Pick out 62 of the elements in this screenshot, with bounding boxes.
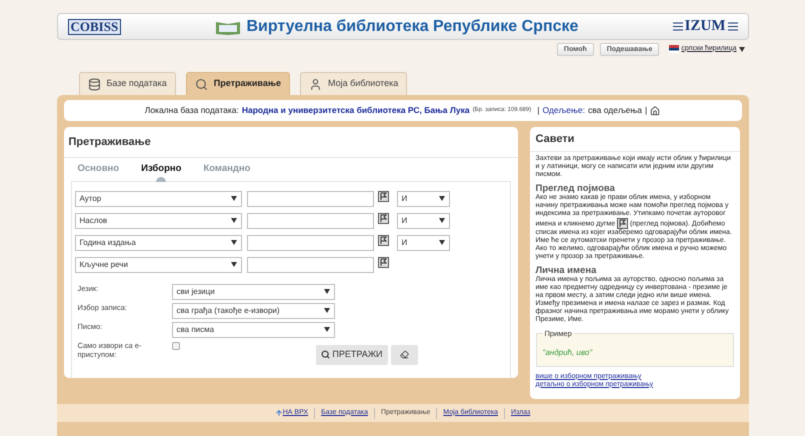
separator: |	[537, 104, 540, 117]
operator-select[interactable]: И	[396, 234, 450, 251]
caret-icon	[738, 46, 744, 52]
izum-logo[interactable]: IZUM	[684, 19, 726, 34]
caret-icon	[324, 327, 330, 332]
caret-icon	[324, 308, 330, 314]
caret-icon	[438, 240, 444, 246]
tab-icon	[88, 78, 100, 90]
browse-terms-icon[interactable]	[378, 212, 388, 224]
filter-select[interactable]: сва грађа (такође е-извори)	[172, 302, 334, 319]
field-select[interactable]: Наслов	[74, 212, 242, 229]
main-tab[interactable]: Претраживање	[186, 72, 290, 95]
tip-heading: Преглед појмова	[536, 182, 616, 194]
info-label: Локална база података:	[144, 104, 239, 117]
field-select[interactable]: Година издања	[74, 234, 242, 251]
cobiss-logo[interactable]: COBISS	[68, 18, 122, 34]
caret-icon	[438, 218, 444, 224]
browse-terms-icon[interactable]	[378, 234, 388, 246]
tab-icon	[194, 78, 208, 90]
field-select[interactable]: Аутор	[74, 190, 242, 207]
tab-icon	[309, 78, 322, 90]
separator: |	[645, 104, 648, 117]
home-icon[interactable]	[650, 106, 660, 116]
lines-icon	[672, 22, 683, 31]
search-input[interactable]	[246, 190, 374, 207]
tip-heading: Лична имена	[536, 264, 598, 276]
panel-title: Претраживање	[64, 127, 518, 158]
filter-select[interactable]: сви језици	[172, 284, 334, 300]
browse-terms-icon[interactable]	[617, 218, 628, 228]
search-input[interactable]	[246, 256, 374, 273]
field-select[interactable]: Кључне речи	[74, 256, 242, 273]
browse-terms-icon[interactable]	[378, 190, 388, 202]
up-arrow-icon	[274, 409, 283, 417]
lines-icon	[728, 22, 738, 31]
search-icon	[321, 350, 330, 360]
caret-icon	[230, 262, 236, 268]
operator-select[interactable]: И	[396, 212, 450, 229]
filter-select[interactable]: сва писма	[172, 322, 334, 338]
search-input[interactable]	[246, 234, 374, 251]
caret-icon	[438, 196, 444, 202]
checkbox[interactable]	[172, 342, 180, 350]
panel-title: Савети	[530, 127, 740, 152]
example-value: "андрић, иво"	[542, 348, 592, 357]
operator-select[interactable]: И	[396, 190, 450, 207]
caret-icon	[324, 289, 330, 294]
page-title: Виртуелна библиотека Републике Српске	[246, 16, 578, 36]
department-value: сва одељења	[588, 104, 642, 117]
caret-icon	[230, 240, 236, 246]
search-input[interactable]	[246, 212, 374, 229]
caret-icon	[230, 218, 236, 224]
library-link[interactable]: Народна и универзитетска библиотека РС, Бања Лука	[242, 104, 470, 117]
browse-terms-icon[interactable]	[378, 256, 388, 268]
search-button[interactable]: ПРЕТРАЖИ	[316, 344, 388, 365]
clear-button[interactable]	[390, 344, 418, 365]
search-mode-tab[interactable]: Изборно	[141, 162, 182, 179]
eraser-icon	[400, 350, 408, 360]
selected-marker-icon	[156, 176, 166, 182]
caret-icon	[230, 196, 236, 202]
main-tab[interactable]: Базе података	[78, 72, 176, 95]
department-link[interactable]: Одељење:	[542, 104, 585, 117]
flag-icon	[669, 45, 680, 53]
main-tab[interactable]: Моја библиотека	[300, 72, 408, 95]
